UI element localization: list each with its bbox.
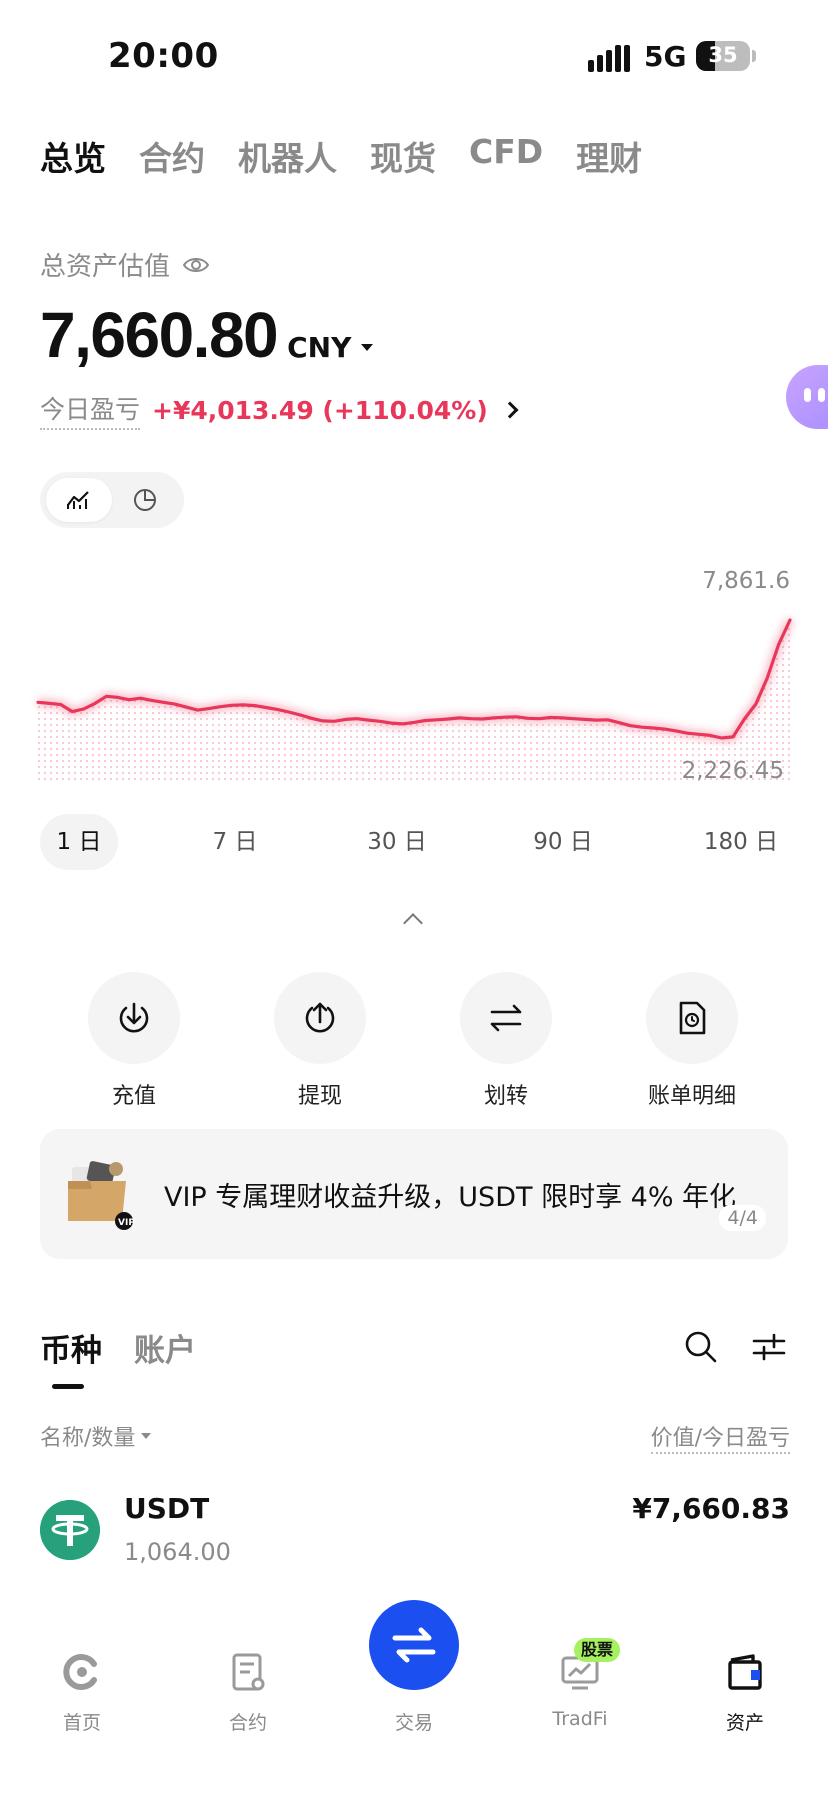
range-1d-button[interactable]: 1 日 — [40, 814, 118, 870]
tab-coins[interactable]: 币种 — [40, 1325, 102, 1370]
top-tabs: 总览 合约 机器人 现货 CFD 理财 — [40, 132, 675, 180]
deposit-icon — [119, 1002, 149, 1033]
nav-home[interactable]: 首页 — [22, 1650, 142, 1735]
nav-assets-label: 资产 — [725, 1712, 764, 1734]
nav-home-label: 首页 — [62, 1712, 101, 1734]
withdraw-button[interactable]: 提现 — [250, 972, 390, 1110]
currency-selector[interactable]: CNY — [287, 331, 351, 364]
battery-level: 35 — [708, 43, 738, 67]
promo-text: VIP 专属理财收益升级，USDT 限时享 4% 年化 — [164, 1182, 737, 1213]
battery-tip — [752, 50, 756, 62]
battery-icon: 35 — [696, 41, 750, 71]
chart-view-toggle — [40, 472, 184, 528]
bill-details-label: 账单明细 — [647, 1084, 736, 1109]
deposit-label: 充值 — [111, 1084, 156, 1109]
network-type: 5G — [644, 40, 687, 73]
total-asset-label-row: 总资产估值 — [40, 246, 210, 283]
coin-quantity: 1,064.00 — [124, 1538, 231, 1566]
today-pnl-value: +¥4,013.49 (+110.04%) — [152, 395, 488, 425]
list-item[interactable]: USDT 1,064.00 ¥7,660.83 — [40, 1490, 790, 1590]
stock-badge: 股票 — [574, 1638, 621, 1662]
total-asset-value: 7,660.80 — [40, 299, 279, 371]
pie-chart-icon — [134, 489, 156, 511]
assistant-bubble-icon[interactable] — [786, 365, 828, 429]
name-quantity-header: 名称/数量 — [40, 1426, 136, 1451]
today-pnl-row[interactable]: 今日盈亏 +¥4,013.49 (+110.04%) — [40, 390, 519, 430]
nav-tradfi-label: TradFi — [552, 1708, 608, 1730]
bubble-eye-right — [818, 388, 825, 402]
coin-value: ¥7,660.83 — [632, 1492, 790, 1525]
line-chart-icon — [67, 491, 89, 509]
asset-list-header: 名称/数量 价值/今日盈亏 — [40, 1420, 790, 1454]
wallet-vip-icon: VIP — [68, 1161, 135, 1230]
nav-trade-label: 交易 — [394, 1712, 433, 1734]
today-pnl-label: 今日盈亏 — [40, 390, 141, 430]
caret-down-icon[interactable] — [361, 344, 374, 351]
nav-tradfi[interactable]: TradFi — [520, 1650, 640, 1730]
usdt-logo-icon — [40, 1500, 100, 1560]
tab-contract[interactable]: 合约 — [139, 132, 205, 180]
deposit-button[interactable]: 充值 — [64, 972, 204, 1110]
tab-earn[interactable]: 理财 — [576, 132, 642, 180]
coin-symbol: USDT — [124, 1492, 210, 1525]
nav-contract-label: 合约 — [228, 1712, 267, 1734]
asset-tabs: 币种 账户 — [40, 1325, 228, 1370]
status-bar: 20:00 5G 35 — [0, 0, 828, 110]
pie-view-button[interactable] — [112, 478, 178, 522]
total-asset-value-row: 7,660.80 CNY — [40, 298, 374, 372]
withdraw-label: 提现 — [297, 1084, 342, 1109]
nav-assets[interactable]: 资产 — [685, 1650, 805, 1735]
value-pnl-header[interactable]: 价值/今日盈亏 — [650, 1420, 790, 1454]
bill-details-button[interactable]: 账单明细 — [622, 972, 762, 1110]
bill-icon — [679, 1001, 706, 1035]
assets-icon — [728, 1654, 762, 1690]
eye-icon[interactable] — [182, 255, 210, 275]
sort-by-name[interactable]: 名称/数量 — [40, 1420, 152, 1452]
quick-actions: 充值 提现 划转 账单明细 — [0, 972, 828, 1112]
promo-page-indicator: 4/4 — [719, 1205, 766, 1231]
range-90d-button[interactable]: 90 日 — [520, 814, 606, 870]
filter-icon[interactable] — [752, 1332, 786, 1362]
home-icon — [63, 1654, 97, 1690]
contract-icon — [232, 1653, 265, 1691]
chevron-right-icon — [501, 401, 519, 419]
trade-icon — [392, 1627, 436, 1663]
status-time: 20:00 — [108, 36, 219, 76]
tab-indicator — [52, 1384, 84, 1389]
promo-banner[interactable]: VIP VIP 专属理财收益升级，USDT 限时享 4% 年化 4/4 — [40, 1129, 788, 1259]
bubble-eye-left — [804, 388, 811, 402]
trade-button[interactable] — [369, 1600, 459, 1690]
signal-icon — [588, 45, 630, 72]
range-7d-button[interactable]: 7 日 — [196, 814, 274, 870]
chevron-up-icon[interactable] — [403, 913, 423, 933]
transfer-button[interactable]: 划转 — [436, 972, 576, 1110]
line-view-button[interactable] — [46, 478, 112, 522]
tab-spot[interactable]: 现货 — [370, 132, 436, 180]
tab-overview[interactable]: 总览 — [40, 132, 106, 180]
withdraw-icon — [305, 1002, 335, 1033]
tab-accounts[interactable]: 账户 — [134, 1325, 196, 1370]
tab-cfd[interactable]: CFD — [469, 132, 543, 180]
transfer-icon — [490, 1004, 522, 1032]
search-icon[interactable] — [684, 1330, 718, 1364]
transfer-label: 划转 — [483, 1084, 528, 1109]
tab-bots[interactable]: 机器人 — [238, 132, 337, 180]
sort-caret-icon — [141, 1433, 152, 1439]
chart-min-label: 2,226.45 — [681, 758, 784, 784]
range-180d-button[interactable]: 180 日 — [692, 814, 790, 870]
time-range-selector: 1 日 7 日 30 日 90 日 180 日 — [40, 814, 790, 870]
range-30d-button[interactable]: 30 日 — [354, 814, 440, 870]
asset-chart: 7,861.6 2,226.45 — [0, 560, 828, 800]
total-asset-label: 总资产估值 — [40, 252, 171, 282]
svg-text:VIP: VIP — [118, 1218, 135, 1228]
nav-contract[interactable]: 合约 — [188, 1650, 308, 1735]
chart-max-label: 7,861.6 — [702, 568, 790, 594]
